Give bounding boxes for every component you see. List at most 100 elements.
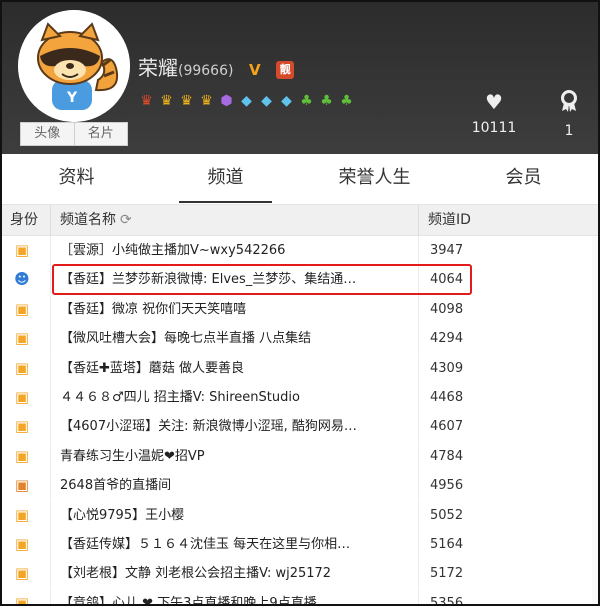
column-divider (50, 236, 51, 265)
diamond-medal-icon[interactable]: ◆ (278, 92, 295, 110)
table-row[interactable]: ☻ 【香廷】兰梦莎新浪微博: Elves_兰梦莎、集结通… 4064 (2, 265, 598, 295)
likes-stat[interactable]: ♥ 10111 (468, 90, 520, 136)
table-row[interactable]: ▣ 【微风吐槽大会】每晚七点半直播 八点集结 4294 (2, 324, 598, 354)
profile-tabs: 资料 频道 荣誉人生 会员 (2, 154, 598, 204)
table-row[interactable]: ▣ 青春练习生小温妮❤招VP 4784 (2, 441, 598, 471)
column-divider (50, 471, 51, 501)
column-divider (418, 205, 419, 236)
column-divider (418, 412, 419, 442)
club-medal-icon[interactable]: ♣ (318, 92, 335, 110)
gift-icon: ▣ (14, 564, 30, 583)
tab-membership[interactable]: 会员 (449, 154, 598, 204)
profile-header: Y 头像 名片 荣耀(99666) V 靓 ♛ ♛ ♛ ♛ ⬢ ◆ ◆ ◆ ♣ … (2, 2, 598, 154)
channel-name[interactable]: 【刘老根】文静 刘老根公会招主播V: wj25172 (60, 559, 410, 588)
channel-id[interactable]: 5172 (430, 559, 463, 588)
diamond-medal-icon[interactable]: ◆ (238, 92, 255, 110)
tab-profile[interactable]: 资料 (2, 154, 151, 204)
club-medal-icon[interactable]: ♣ (298, 92, 315, 110)
channel-name[interactable]: ［雲源］小纯做主播加V~wxy542266 (60, 236, 410, 265)
table-row[interactable]: ▣ 【刘老根】文静 刘老根公会招主播V: wj25172 5172 (2, 559, 598, 589)
avatar-tab-card[interactable]: 名片 (74, 122, 128, 146)
channel-id[interactable]: 3947 (430, 236, 463, 265)
crown-red-medal-icon[interactable]: ♛ (138, 92, 155, 110)
diamond-medal-icon[interactable]: ◆ (258, 92, 275, 110)
channel-name[interactable]: 【微风吐槽大会】每晚七点半直播 八点集结 (60, 324, 410, 353)
column-header-name[interactable]: 频道名称 ⟳ (60, 205, 132, 236)
channel-id[interactable]: 4294 (430, 324, 463, 353)
channel-name[interactable]: 【香廷】兰梦莎新浪微博: Elves_兰梦莎、集结通… (60, 265, 410, 294)
channel-id[interactable]: 4468 (430, 383, 463, 412)
column-header-name-label: 频道名称 (60, 212, 116, 228)
channel-name[interactable]: ４４６８♂四儿 招主播V: ShireenStudio (60, 383, 410, 412)
crown-medal-icon[interactable]: ♛ (198, 92, 215, 110)
channel-id[interactable]: 4607 (430, 412, 463, 441)
column-divider (418, 236, 419, 265)
channel-name[interactable]: 【香廷】微凉 祝你们天天笑嘻嘻 (60, 295, 410, 324)
user-id: (99666) (178, 63, 234, 79)
tab-channels[interactable]: 频道 (151, 154, 300, 204)
channel-id[interactable]: 4064 (430, 265, 463, 294)
table-row[interactable]: ▣ 【香廷】微凉 祝你们天天笑嘻嘻 4098 (2, 294, 598, 324)
column-divider (418, 382, 419, 412)
table-row[interactable]: ▣ 【香廷✚蓝塔】蘑菇 做人要善良 4309 (2, 353, 598, 383)
column-divider (418, 353, 419, 383)
channel-id[interactable]: 5164 (430, 530, 463, 559)
gift-icon: ▣ (14, 593, 30, 606)
avatar-tab-photo[interactable]: 头像 (20, 122, 75, 146)
gift-icon: ▣ (14, 387, 30, 406)
liang-badge-icon: 靓 (276, 60, 295, 79)
table-row[interactable]: ▣ 【香廷传媒】５１６４沈佳玉 每天在这里与你相… 5164 (2, 529, 598, 559)
crown-medal-icon[interactable]: ♛ (178, 92, 195, 110)
purple-gem-medal-icon[interactable]: ⬢ (218, 92, 235, 110)
channel-list: ▣ ［雲源］小纯做主播加V~wxy542266 3947 ☻ 【香廷】兰梦莎新浪微博: … (2, 236, 598, 606)
column-divider (418, 294, 419, 324)
channel-id[interactable]: 4956 (430, 471, 463, 500)
crown-medal-icon[interactable]: ♛ (158, 92, 175, 110)
avatar[interactable]: Y (18, 10, 130, 122)
channel-name[interactable]: 【竞鸽】心儿 ❤ 下午3点直播和晚上9点直播 (60, 589, 410, 604)
channel-id[interactable]: 5052 (430, 501, 463, 530)
refresh-icon[interactable]: ⟳ (120, 205, 132, 236)
table-row[interactable]: ▣ 2648首爷的直播间 4956 (2, 471, 598, 501)
channel-id[interactable]: 4098 (430, 295, 463, 324)
table-row[interactable]: ▣ 【心悦9795】王小樱 5052 (2, 500, 598, 530)
column-divider (50, 529, 51, 559)
scrollbar[interactable] (592, 236, 598, 604)
column-header-id[interactable]: 频道ID (428, 205, 471, 236)
column-divider (50, 205, 51, 236)
table-row[interactable]: ▣ ４４６８♂四儿 招主播V: ShireenStudio 4468 (2, 382, 598, 412)
channel-name[interactable]: 【香廷传媒】５１６４沈佳玉 每天在这里与你相… (60, 530, 410, 559)
column-divider (418, 500, 419, 530)
gift-icon: ▣ (14, 417, 30, 436)
column-divider (418, 471, 419, 501)
channel-name[interactable]: 【香廷✚蓝塔】蘑菇 做人要善良 (60, 354, 410, 383)
channel-id[interactable]: 5356 (430, 589, 463, 604)
heart-icon: ♥ (485, 90, 503, 114)
club-medal-icon[interactable]: ♣ (338, 92, 355, 110)
column-divider (418, 265, 419, 295)
column-divider (50, 412, 51, 442)
channel-id[interactable]: 4784 (430, 442, 463, 471)
table-row[interactable]: ▣ ［雲源］小纯做主播加V~wxy542266 3947 (2, 236, 598, 265)
tab-honors[interactable]: 荣誉人生 (300, 154, 449, 204)
medal-row: ♛ ♛ ♛ ♛ ⬢ ◆ ◆ ◆ ♣ ♣ ♣ (138, 92, 355, 110)
channel-name[interactable]: 【心悦9795】王小樱 (60, 501, 410, 530)
column-divider (50, 265, 51, 295)
column-divider (50, 441, 51, 471)
channel-id[interactable]: 4309 (430, 354, 463, 383)
channel-name[interactable]: 2648首爷的直播间 (60, 471, 410, 500)
gift-icon: ▣ (14, 534, 30, 553)
table-row[interactable]: ▣ 【4607小涩瑶】关注: 新浪微博小涩瑶, 酷狗网易… 4607 (2, 412, 598, 442)
column-divider (418, 559, 419, 589)
table-row[interactable]: ▣ 【竞鸽】心儿 ❤ 下午3点直播和晚上9点直播 5356 (2, 588, 598, 606)
channel-name[interactable]: 青春练习生小温妮❤招VP (60, 442, 410, 471)
nickname: 荣耀 (138, 56, 178, 80)
column-divider (418, 588, 419, 604)
gift-icon: ▣ (14, 505, 30, 524)
avatar-tabs: 头像 名片 (20, 122, 128, 146)
fans-stat[interactable]: 1 (554, 90, 584, 139)
channel-table-header: 身份 频道名称 ⟳ 频道ID (2, 204, 598, 236)
gift-icon: ▣ (14, 241, 30, 259)
gift-icon: ▣ (14, 329, 30, 348)
channel-name[interactable]: 【4607小涩瑶】关注: 新浪微博小涩瑶, 酷狗网易… (60, 412, 410, 441)
